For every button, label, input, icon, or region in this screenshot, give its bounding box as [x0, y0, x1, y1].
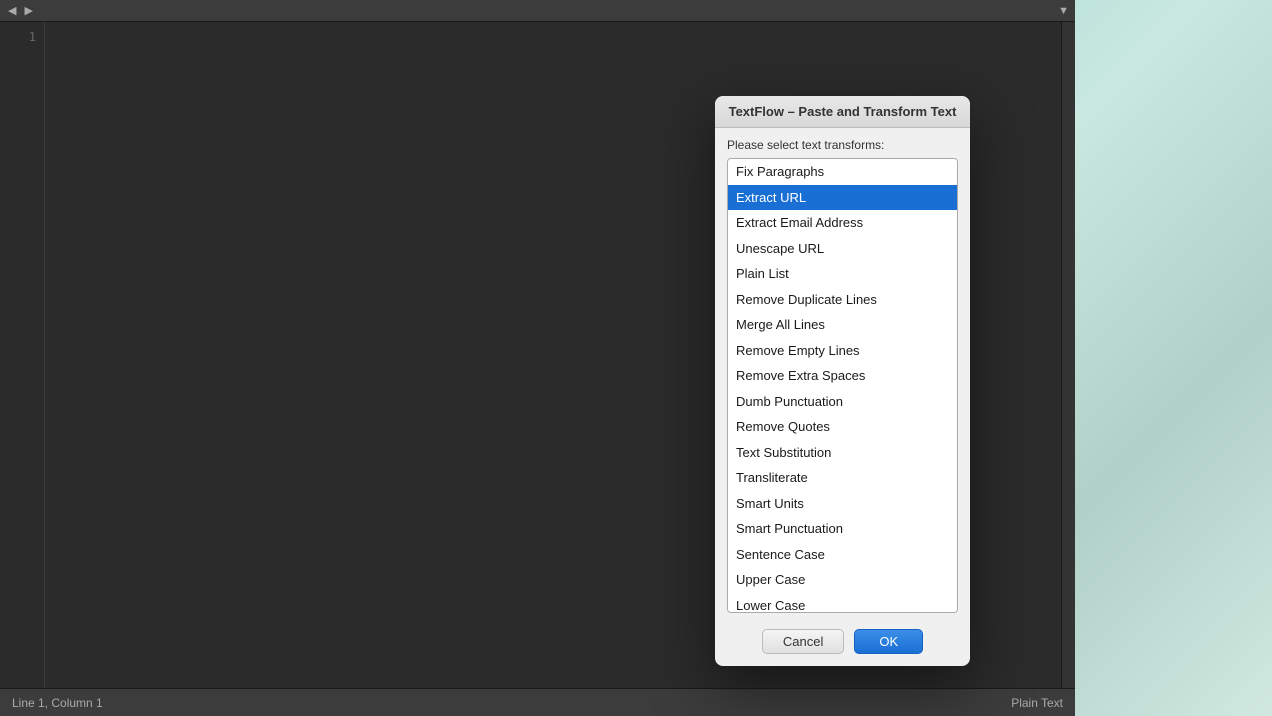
list-item-sentence-case[interactable]: Sentence Case	[728, 542, 957, 568]
list-item-remove-quotes[interactable]: Remove Quotes	[728, 414, 957, 440]
list-item-merge-all-lines[interactable]: Merge All Lines	[728, 312, 957, 338]
list-item-extract-email[interactable]: Extract Email Address	[728, 210, 957, 236]
list-item-fix-paragraphs[interactable]: Fix Paragraphs	[728, 159, 957, 185]
ok-button[interactable]: OK	[854, 629, 923, 654]
list-item-text-substitution[interactable]: Text Substitution	[728, 440, 957, 466]
list-item-remove-duplicate-lines[interactable]: Remove Duplicate Lines	[728, 287, 957, 313]
list-item-upper-case[interactable]: Upper Case	[728, 567, 957, 593]
dialog-buttons: Cancel OK	[715, 619, 970, 666]
list-item-extract-url[interactable]: Extract URL	[728, 185, 957, 211]
cancel-button[interactable]: Cancel	[762, 629, 844, 654]
list-item-smart-units[interactable]: Smart Units	[728, 491, 957, 517]
dialog-title: TextFlow – Paste and Transform Text	[715, 96, 970, 128]
list-item-plain-list[interactable]: Plain List	[728, 261, 957, 287]
list-item-remove-empty-lines[interactable]: Remove Empty Lines	[728, 338, 957, 364]
list-item-dumb-punctuation[interactable]: Dumb Punctuation	[728, 389, 957, 415]
list-item-unescape-url[interactable]: Unescape URL	[728, 236, 957, 262]
transform-dialog: TextFlow – Paste and Transform Text Plea…	[715, 96, 970, 666]
dialog-body: Please select text transforms: Fix Parag…	[715, 128, 970, 619]
list-item-transliterate[interactable]: Transliterate	[728, 465, 957, 491]
list-item-remove-extra-spaces[interactable]: Remove Extra Spaces	[728, 363, 957, 389]
dialog-overlay: TextFlow – Paste and Transform Text Plea…	[0, 0, 1272, 716]
dialog-prompt: Please select text transforms:	[727, 138, 958, 152]
list-item-lower-case[interactable]: Lower Case	[728, 593, 957, 614]
transforms-list[interactable]: Fix ParagraphsExtract URLExtract Email A…	[727, 158, 958, 613]
list-item-smart-punctuation[interactable]: Smart Punctuation	[728, 516, 957, 542]
